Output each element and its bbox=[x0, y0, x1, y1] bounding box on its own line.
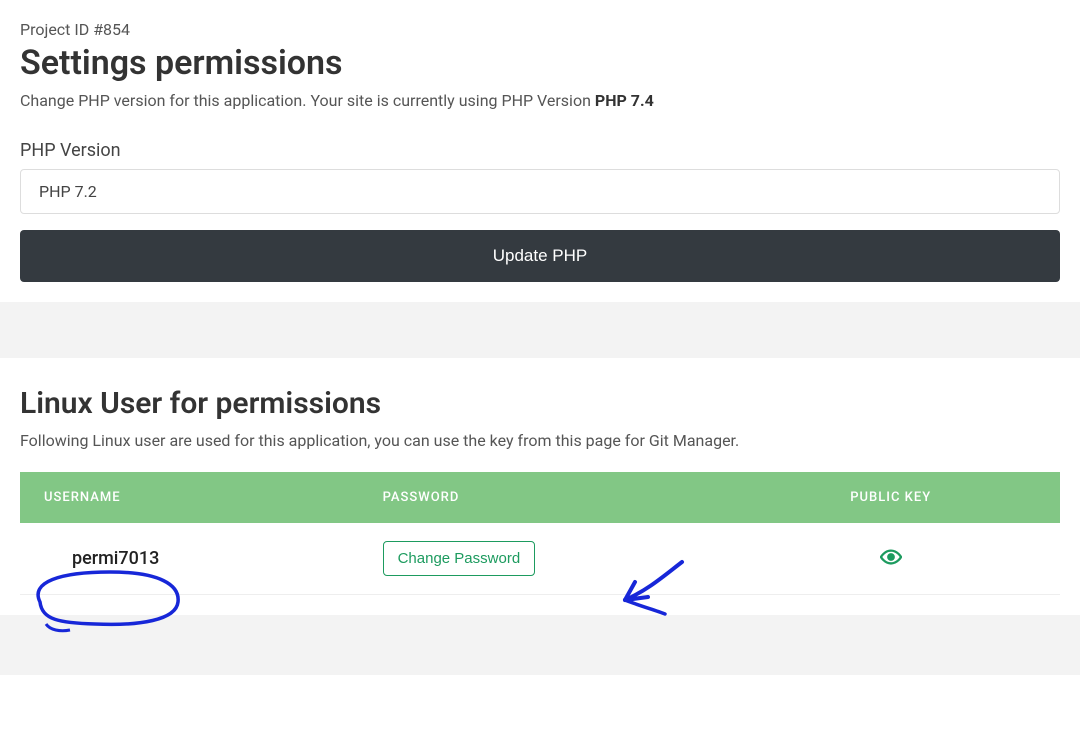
table-row: permi7013 Change Password bbox=[20, 523, 1060, 595]
project-id-label: Project ID #854 bbox=[20, 20, 1060, 39]
page-title: Settings permissions bbox=[20, 43, 1060, 83]
bottom-spacer bbox=[0, 615, 1080, 675]
description-prefix: Change PHP version for this application.… bbox=[20, 91, 595, 110]
view-public-key-button[interactable] bbox=[880, 546, 902, 568]
php-version-selected: PHP 7.2 bbox=[39, 182, 97, 201]
change-password-button[interactable]: Change Password bbox=[383, 541, 536, 576]
page-description: Change PHP version for this application.… bbox=[20, 91, 1060, 110]
col-password: Password bbox=[359, 472, 722, 523]
php-version-label: PHP Version bbox=[20, 140, 1060, 161]
col-public-key: Public Key bbox=[721, 472, 1060, 523]
linux-section-title: Linux User for permissions bbox=[20, 386, 1060, 421]
php-current-version: PHP 7.4 bbox=[595, 91, 654, 110]
username-value: permi7013 bbox=[44, 548, 159, 569]
php-version-select[interactable]: PHP 7.2 bbox=[20, 169, 1060, 214]
update-php-button[interactable]: Update PHP bbox=[20, 230, 1060, 282]
linux-user-table: Username Password Public Key permi7013 C… bbox=[20, 472, 1060, 595]
eye-icon bbox=[880, 546, 902, 568]
col-username: Username bbox=[20, 472, 359, 523]
table-header: Username Password Public Key bbox=[20, 472, 1060, 523]
section-divider bbox=[0, 302, 1080, 358]
linux-section-description: Following Linux user are used for this a… bbox=[20, 431, 1060, 450]
